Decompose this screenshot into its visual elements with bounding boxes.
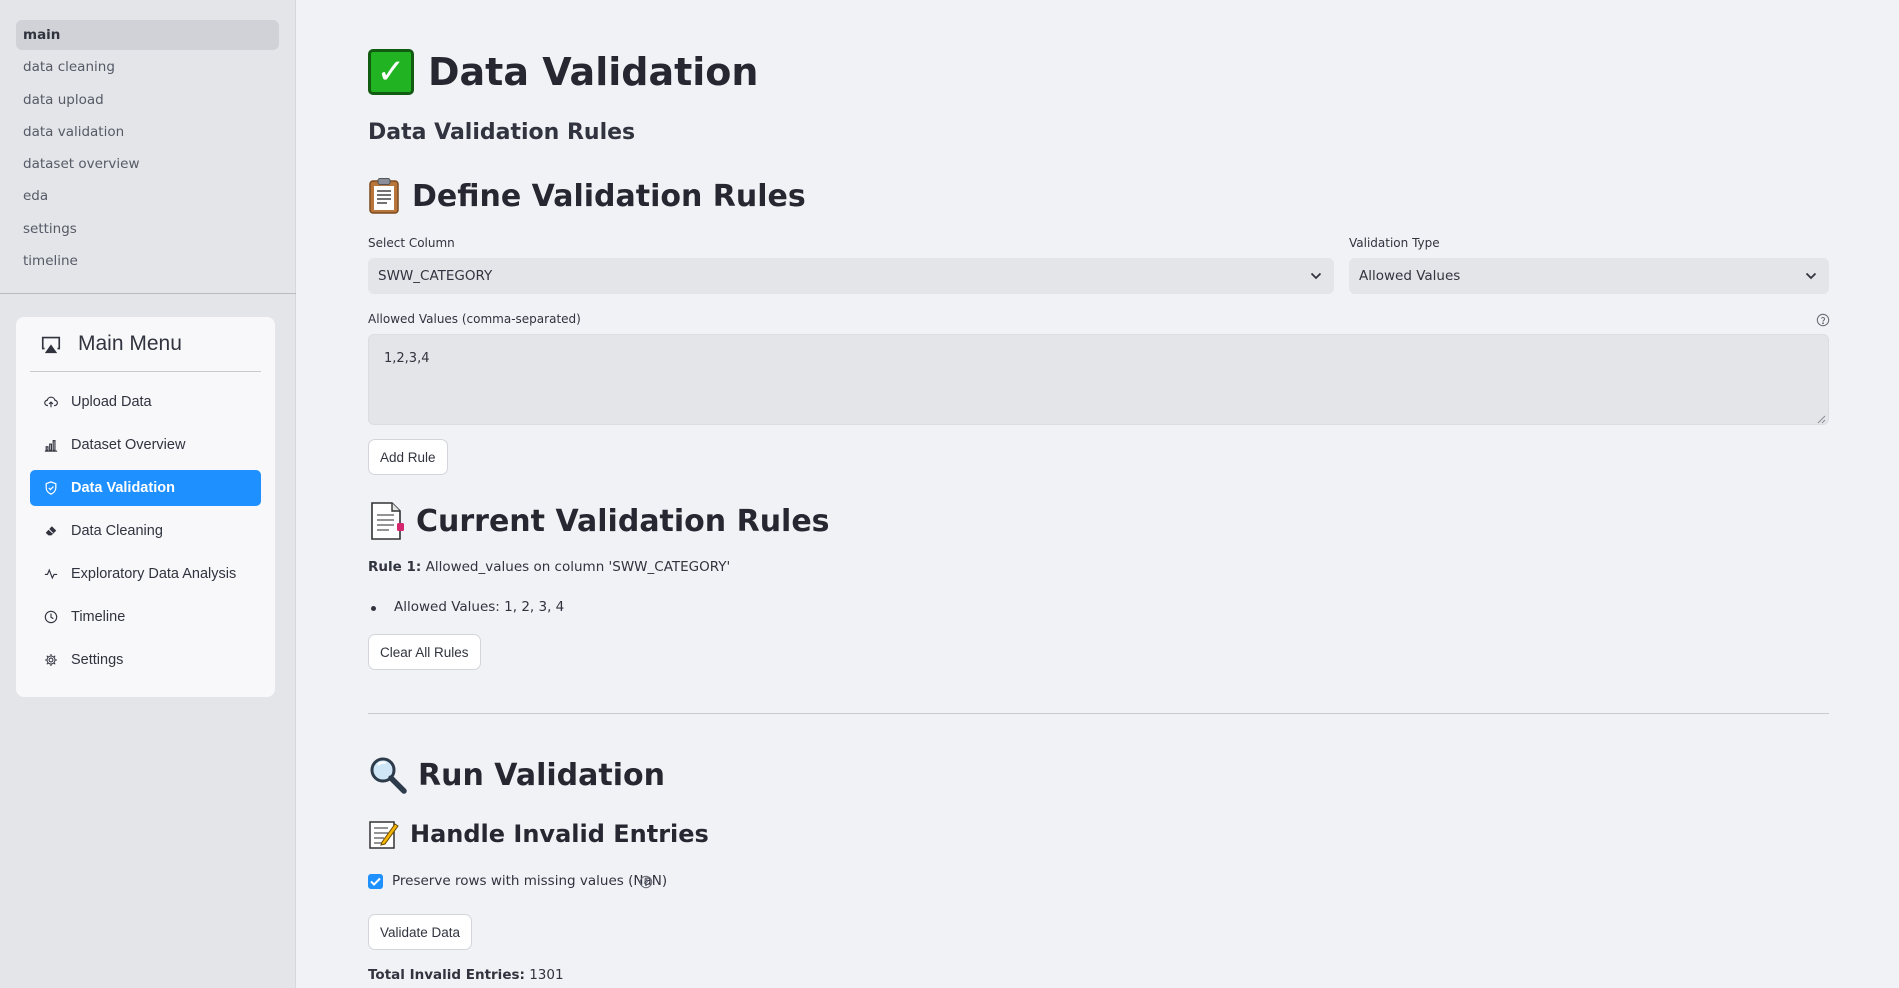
shield-check-icon — [44, 481, 58, 495]
rule-1-prefix: Rule 1: — [368, 559, 422, 575]
menu-item-label: Timeline — [71, 609, 126, 625]
menu-item-label: Data Validation — [71, 480, 175, 496]
preserve-nan-label[interactable]: Preserve rows with missing values (NaN) — [392, 873, 667, 889]
airplay-icon — [40, 333, 62, 355]
activity-icon — [44, 567, 58, 581]
add-rule-button[interactable]: Add Rule — [368, 439, 448, 475]
allowed-values-label: Allowed Values (comma-separated) — [368, 312, 581, 326]
define-rules-heading: Define Validation Rules — [368, 177, 806, 215]
total-invalid-label: Total Invalid Entries: — [368, 967, 525, 983]
page-link-data-upload[interactable]: data upload — [16, 85, 279, 115]
menu-item-eda[interactable]: Exploratory Data Analysis — [30, 556, 261, 592]
check-mark-icon: ✓ — [368, 49, 414, 95]
clear-all-rules-button[interactable]: Clear All Rules — [368, 634, 481, 670]
pages-nav: main data cleaning data upload data vali… — [0, 0, 295, 296]
main-menu-header: Main Menu — [30, 317, 261, 372]
bullet-point — [371, 606, 376, 611]
allowed-values-text: 1,2,3,4 — [384, 351, 430, 366]
menu-item-dataset-overview[interactable]: Dataset Overview — [30, 427, 261, 463]
page-link-data-validation[interactable]: data validation — [16, 117, 279, 147]
page-title-text: Data Validation — [428, 50, 759, 94]
gear-icon — [44, 653, 58, 667]
main-menu-items: Upload Data Dataset Overview Data Valida… — [30, 384, 261, 678]
page-title: ✓ Data Validation — [368, 49, 758, 95]
validation-type-label: Validation Type — [1349, 236, 1440, 250]
menu-item-label: Exploratory Data Analysis — [71, 566, 237, 582]
select-column-value: SWW_CATEGORY — [378, 268, 493, 284]
menu-item-upload-data[interactable]: Upload Data — [30, 384, 261, 420]
rule-1-detail: Allowed Values: 1, 2, 3, 4 — [394, 599, 565, 615]
help-circle-icon[interactable] — [639, 874, 653, 893]
menu-item-label: Dataset Overview — [71, 437, 186, 453]
run-validation-heading-text: Run Validation — [418, 757, 665, 793]
handle-invalid-heading: Handle Invalid Entries — [368, 818, 709, 850]
clipboard-icon — [368, 177, 402, 215]
define-rules-heading-text: Define Validation Rules — [412, 178, 806, 214]
current-rules-heading-text: Current Validation Rules — [416, 503, 830, 539]
checkmark-icon — [370, 877, 381, 886]
clock-icon — [44, 610, 58, 624]
total-invalid-line: Total Invalid Entries: 1301 — [368, 967, 564, 983]
validation-type-dropdown[interactable]: Allowed Values — [1349, 258, 1829, 294]
resize-handle-icon[interactable] — [1817, 413, 1826, 424]
menu-item-label: Settings — [71, 652, 124, 668]
bar-chart-icon — [44, 438, 58, 452]
validation-type-value: Allowed Values — [1359, 268, 1461, 284]
page-link-data-cleaning[interactable]: data cleaning — [16, 52, 279, 82]
main-menu-card: Main Menu Upload Data Dataset Overview D… — [16, 317, 275, 697]
menu-item-timeline[interactable]: Timeline — [30, 599, 261, 635]
page-facing-up-icon — [368, 501, 406, 541]
main-menu-title: Main Menu — [78, 332, 182, 355]
eraser-icon — [44, 524, 58, 538]
allowed-values-textarea[interactable]: 1,2,3,4 — [368, 334, 1829, 425]
page-link-settings[interactable]: settings — [16, 214, 279, 244]
cloud-upload-icon — [44, 395, 58, 409]
handle-invalid-heading-text: Handle Invalid Entries — [410, 820, 709, 848]
help-circle-icon[interactable] — [1816, 312, 1830, 331]
rule-1-text: Allowed_values on column 'SWW_CATEGORY' — [425, 559, 731, 575]
page-link-dataset-overview[interactable]: dataset overview — [16, 149, 279, 179]
validate-data-button[interactable]: Validate Data — [368, 914, 473, 950]
total-invalid-value: 1301 — [529, 967, 564, 983]
page-subtitle: Data Validation Rules — [368, 120, 636, 145]
section-divider — [368, 713, 1829, 714]
current-rules-heading: Current Validation Rules — [368, 501, 830, 541]
select-column-dropdown[interactable]: SWW_CATEGORY — [368, 258, 1334, 294]
preserve-nan-checkbox[interactable] — [368, 874, 383, 889]
chevron-down-icon — [1310, 268, 1322, 284]
menu-item-label: Upload Data — [71, 394, 152, 410]
menu-item-settings[interactable]: Settings — [30, 642, 261, 678]
page-link-eda[interactable]: eda — [16, 181, 279, 211]
page-link-timeline[interactable]: timeline — [16, 246, 279, 276]
magnifying-glass-icon — [368, 755, 408, 795]
menu-item-label: Data Cleaning — [71, 523, 163, 539]
chevron-down-icon — [1805, 268, 1817, 284]
menu-item-data-validation[interactable]: Data Validation — [30, 470, 261, 506]
sidebar: main data cleaning data upload data vali… — [0, 0, 296, 988]
menu-item-data-cleaning[interactable]: Data Cleaning — [30, 513, 261, 549]
page-link-main[interactable]: main — [16, 20, 279, 50]
memo-icon — [368, 818, 400, 850]
select-column-label: Select Column — [368, 236, 455, 250]
sidebar-divider — [0, 293, 296, 294]
run-validation-heading: Run Validation — [368, 755, 665, 795]
rule-1-line: Rule 1: Allowed_values on column 'SWW_CA… — [368, 559, 730, 575]
